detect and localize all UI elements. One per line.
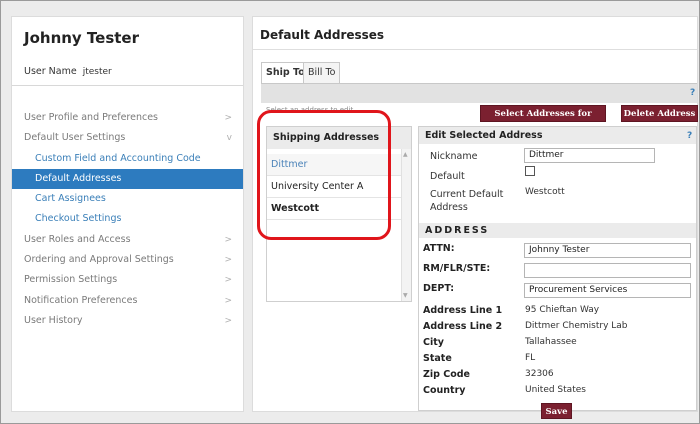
- scrollbar[interactable]: ▲ ▼: [401, 149, 411, 301]
- chevron-right-icon: >: [224, 234, 232, 245]
- state-value: FL: [525, 353, 536, 363]
- save-button[interactable]: Save: [541, 403, 572, 419]
- address-line2-label: Address Line 2: [423, 321, 503, 332]
- sidebar-item-label: User Roles and Access: [24, 233, 131, 245]
- sidebar-item-user-profile[interactable]: User Profile and Preferences >: [12, 108, 243, 128]
- dept-label: DEPT:: [423, 283, 455, 294]
- default-label: Default: [430, 171, 465, 182]
- address-line1-label: Address Line 1: [423, 305, 503, 316]
- city-value: Tallahassee: [525, 337, 577, 347]
- page-title: Default Addresses: [260, 28, 385, 42]
- chevron-right-icon: >: [224, 275, 232, 286]
- delete-address-button[interactable]: Delete Address: [621, 105, 698, 122]
- sidebar-item-label: Checkout Settings: [35, 213, 122, 225]
- select-addresses-button[interactable]: Select Addresses for Profile: [480, 105, 606, 136]
- sidebar-item-label: Permission Settings: [24, 274, 118, 286]
- address-section-header: ADDRESS: [419, 223, 696, 238]
- sidebar-item-label: Default User Settings: [24, 132, 126, 144]
- current-default-value: Westcott: [525, 187, 565, 197]
- address-line2-value: Dittmer Chemistry Lab: [525, 321, 628, 331]
- toolbar-band: [261, 83, 697, 103]
- sidebar-item-user-roles[interactable]: User Roles and Access >: [12, 230, 243, 250]
- sidebar-item-cart-assignees[interactable]: Cart Assignees: [12, 189, 243, 209]
- chevron-right-icon: >: [224, 315, 232, 326]
- scroll-down-icon[interactable]: ▼: [403, 292, 408, 299]
- help-icon[interactable]: ?: [687, 131, 692, 141]
- sidebar-item-label: Default Addresses: [35, 172, 122, 184]
- address-line1-value: 95 Chieftan Way: [525, 305, 600, 315]
- edit-address-header: Edit Selected Address: [419, 127, 696, 144]
- country-value: United States: [525, 385, 586, 395]
- sidebar-item-label: User Profile and Preferences: [24, 112, 158, 123]
- chevron-right-icon: >: [224, 113, 232, 123]
- current-default-label: Current Default: [430, 189, 504, 200]
- username-label: User Name: [24, 66, 77, 77]
- zip-value: 32306: [525, 369, 554, 379]
- sidebar-item-label: Notification Preferences: [24, 294, 138, 306]
- sidebar-nav: User Profile and Preferences > Default U…: [12, 108, 243, 331]
- sidebar-item-default-user-settings[interactable]: Default User Settings v: [12, 128, 243, 148]
- scroll-up-icon[interactable]: ▲: [403, 151, 408, 158]
- sidebar-item-label: User History: [24, 314, 83, 326]
- sidebar-item-permission-settings[interactable]: Permission Settings >: [12, 270, 243, 290]
- attn-field[interactable]: Johnny Tester: [524, 243, 691, 258]
- highlight-annotation: [257, 110, 391, 240]
- help-icon[interactable]: ?: [690, 88, 695, 98]
- zip-label: Zip Code: [423, 369, 470, 380]
- nickname-field[interactable]: Dittmer: [524, 148, 655, 163]
- chevron-down-icon: v: [226, 133, 232, 144]
- chevron-right-icon: >: [224, 255, 232, 266]
- tab-bar-line: [261, 83, 697, 84]
- sidebar-item-label: Cart Assignees: [35, 193, 106, 205]
- state-label: State: [423, 353, 452, 364]
- tab-bill-to[interactable]: Bill To: [303, 62, 341, 84]
- current-default-label: Address: [430, 202, 468, 213]
- default-addresses-card: Default Addresses Ship To Bill To ? Sele…: [252, 16, 698, 419]
- country-label: Country: [423, 385, 466, 396]
- chevron-right-icon: >: [224, 295, 232, 306]
- username-value: jtester: [82, 67, 112, 77]
- divider: [253, 49, 697, 50]
- sidebar-item-ordering-approval[interactable]: Ordering and Approval Settings >: [12, 250, 243, 270]
- user-sidebar-card: Johnny Tester User Name jtester User Prof…: [11, 16, 244, 412]
- sidebar-item-default-addresses[interactable]: Default Addresses: [12, 168, 243, 190]
- city-label: City: [423, 337, 444, 348]
- rm-flr-ste-field[interactable]: [524, 263, 691, 278]
- sidebar-item-notification-preferences[interactable]: Notification Preferences >: [12, 291, 243, 311]
- sidebar-item-label: Ordering and Approval Settings: [24, 254, 174, 266]
- edit-address-panel: Edit Selected Address ? Nickname Dittmer…: [418, 126, 697, 419]
- divider: [12, 85, 243, 86]
- rm-flr-ste-label: RM/FLR/STE:: [423, 263, 491, 274]
- default-checkbox[interactable]: [525, 166, 535, 176]
- dept-field[interactable]: Procurement Services: [524, 283, 691, 298]
- sidebar-item-custom-field-defaults[interactable]: Custom Field and Accounting Code Default…: [12, 149, 243, 184]
- username-row: User Name jtester: [24, 66, 112, 77]
- nickname-label: Nickname: [430, 151, 478, 162]
- sidebar-item-checkout-settings[interactable]: Checkout Settings: [12, 209, 243, 229]
- user-full-name: Johnny Tester: [24, 29, 140, 47]
- sidebar-item-user-history[interactable]: User History >: [12, 311, 243, 331]
- attn-label: ATTN:: [423, 243, 455, 254]
